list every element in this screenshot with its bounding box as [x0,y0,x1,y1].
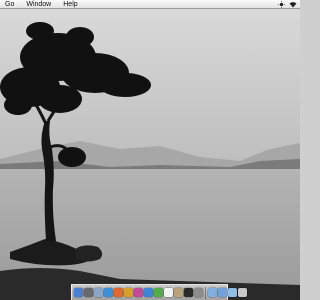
finder-icon[interactable] [74,288,83,297]
dock-separator [205,286,206,299]
chrome-icon[interactable] [124,288,133,297]
brightness-icon[interactable] [278,1,285,8]
mail-icon[interactable] [94,288,103,297]
calendar-icon[interactable] [164,288,173,297]
dock [71,284,247,300]
menu-window[interactable]: Window [24,0,53,9]
downloads-folder-icon[interactable] [218,288,227,297]
itunes-icon[interactable] [134,288,143,297]
applications-folder-icon[interactable] [228,288,237,297]
wifi-icon[interactable] [289,1,297,8]
menu-bar: Go Window Help [0,0,300,9]
documents-folder-icon[interactable] [208,288,217,297]
safari-icon[interactable] [104,288,113,297]
trash-icon[interactable] [238,288,247,297]
messages-icon[interactable] [154,288,163,297]
app-store-icon[interactable] [144,288,153,297]
desktop-wallpaper [0,9,300,300]
firefox-icon[interactable] [114,288,123,297]
menu-help[interactable]: Help [61,0,79,9]
photos-icon[interactable] [174,288,183,297]
system-preferences-icon[interactable] [194,288,203,297]
dashboard-icon[interactable] [84,288,93,297]
terminal-icon[interactable] [184,288,193,297]
menu-go[interactable]: Go [3,0,16,9]
